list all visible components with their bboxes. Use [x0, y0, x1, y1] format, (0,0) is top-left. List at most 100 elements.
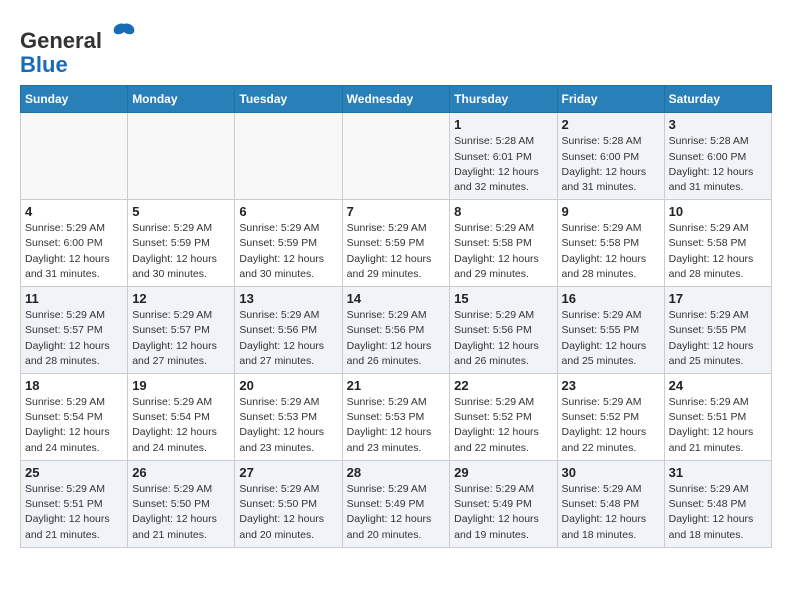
calendar-cell: 22 Sunrise: 5:29 AM Sunset: 5:52 PM Dayli…	[450, 374, 557, 461]
day-info: Sunrise: 5:29 AM Sunset: 5:59 PM Dayligh…	[347, 221, 446, 282]
day-number: 31	[669, 465, 767, 480]
calendar-cell: 21Sunrise: 5:29 AM Sunset: 5:53 PM Dayli…	[342, 374, 450, 461]
day-number: 23	[562, 378, 660, 393]
calendar-cell: 28 Sunrise: 5:29 AM Sunset: 5:49 PM Dayli…	[342, 460, 450, 547]
weekday-saturday: Saturday	[664, 86, 771, 113]
day-info: Sunrise: 5:29 AM Sunset: 5:51 PM Dayligh…	[25, 482, 123, 543]
calendar-cell: 11Sunrise: 5:29 AM Sunset: 5:57 PM Dayli…	[21, 287, 128, 374]
calendar-cell	[21, 113, 128, 200]
calendar-cell: 2Sunrise: 5:28 AM Sunset: 6:00 PM Daylig…	[557, 113, 664, 200]
calendar-cell: 14 Sunrise: 5:29 AM Sunset: 5:56 PM Dayli…	[342, 287, 450, 374]
calendar-week-2: 4 Sunrise: 5:29 AM Sunset: 6:00 PM Daylig…	[21, 200, 772, 287]
calendar-cell: 13Sunrise: 5:29 AM Sunset: 5:56 PM Dayli…	[235, 287, 342, 374]
day-info: Sunrise: 5:29 AM Sunset: 5:55 PM Dayligh…	[562, 308, 660, 369]
day-info: Sunrise: 5:29 AM Sunset: 5:53 PM Dayligh…	[347, 395, 446, 456]
day-number: 28	[347, 465, 446, 480]
day-number: 22	[454, 378, 552, 393]
calendar-week-4: 18Sunrise: 5:29 AM Sunset: 5:54 PM Dayli…	[21, 374, 772, 461]
calendar-table: SundayMondayTuesdayWednesdayThursdayFrid…	[20, 85, 772, 547]
calendar-cell: 15 Sunrise: 5:29 AM Sunset: 5:56 PM Dayli…	[450, 287, 557, 374]
day-info: Sunrise: 5:29 AM Sunset: 5:48 PM Dayligh…	[669, 482, 767, 543]
day-number: 30	[562, 465, 660, 480]
day-info: Sunrise: 5:29 AM Sunset: 5:50 PM Dayligh…	[132, 482, 230, 543]
calendar-cell: 19Sunrise: 5:29 AM Sunset: 5:54 PM Dayli…	[128, 374, 235, 461]
day-number: 27	[239, 465, 337, 480]
day-info: Sunrise: 5:29 AM Sunset: 6:00 PM Dayligh…	[25, 221, 123, 282]
day-number: 19	[132, 378, 230, 393]
day-number: 1	[454, 117, 552, 132]
calendar-cell: 24 Sunrise: 5:29 AM Sunset: 5:51 PM Dayli…	[664, 374, 771, 461]
day-number: 5	[132, 204, 230, 219]
day-info: Sunrise: 5:29 AM Sunset: 5:50 PM Dayligh…	[239, 482, 337, 543]
calendar-cell: 9Sunrise: 5:29 AM Sunset: 5:58 PM Daylig…	[557, 200, 664, 287]
calendar-cell: 26 Sunrise: 5:29 AM Sunset: 5:50 PM Dayli…	[128, 460, 235, 547]
calendar-cell: 20Sunrise: 5:29 AM Sunset: 5:53 PM Dayli…	[235, 374, 342, 461]
weekday-monday: Monday	[128, 86, 235, 113]
calendar-cell: 31 Sunrise: 5:29 AM Sunset: 5:48 PM Dayli…	[664, 460, 771, 547]
day-number: 12	[132, 291, 230, 306]
day-number: 25	[25, 465, 123, 480]
calendar-cell: 27 Sunrise: 5:29 AM Sunset: 5:50 PM Dayli…	[235, 460, 342, 547]
day-number: 29	[454, 465, 552, 480]
day-number: 26	[132, 465, 230, 480]
calendar-cell: 3Sunrise: 5:28 AM Sunset: 6:00 PM Daylig…	[664, 113, 771, 200]
day-info: Sunrise: 5:29 AM Sunset: 5:54 PM Dayligh…	[25, 395, 123, 456]
day-info: Sunrise: 5:29 AM Sunset: 5:52 PM Dayligh…	[454, 395, 552, 456]
logo-general: General	[20, 28, 102, 53]
page-header: General Blue	[20, 20, 772, 77]
calendar-week-1: 1 Sunrise: 5:28 AM Sunset: 6:01 PM Daylig…	[21, 113, 772, 200]
day-number: 8	[454, 204, 552, 219]
calendar-body: 1 Sunrise: 5:28 AM Sunset: 6:01 PM Daylig…	[21, 113, 772, 547]
day-info: Sunrise: 5:29 AM Sunset: 5:48 PM Dayligh…	[562, 482, 660, 543]
day-info: Sunrise: 5:29 AM Sunset: 5:51 PM Dayligh…	[669, 395, 767, 456]
calendar-week-5: 25 Sunrise: 5:29 AM Sunset: 5:51 PM Dayli…	[21, 460, 772, 547]
weekday-header-row: SundayMondayTuesdayWednesdayThursdayFrid…	[21, 86, 772, 113]
day-info: Sunrise: 5:29 AM Sunset: 5:57 PM Dayligh…	[132, 308, 230, 369]
calendar-cell	[342, 113, 450, 200]
day-number: 4	[25, 204, 123, 219]
day-info: Sunrise: 5:29 AM Sunset: 5:49 PM Dayligh…	[347, 482, 446, 543]
day-number: 24	[669, 378, 767, 393]
day-info: Sunrise: 5:29 AM Sunset: 5:59 PM Dayligh…	[239, 221, 337, 282]
calendar-cell: 30 Sunrise: 5:29 AM Sunset: 5:48 PM Dayli…	[557, 460, 664, 547]
calendar-cell	[235, 113, 342, 200]
calendar-cell: 4 Sunrise: 5:29 AM Sunset: 6:00 PM Daylig…	[21, 200, 128, 287]
day-info: Sunrise: 5:29 AM Sunset: 5:56 PM Dayligh…	[454, 308, 552, 369]
weekday-thursday: Thursday	[450, 86, 557, 113]
day-info: Sunrise: 5:29 AM Sunset: 5:49 PM Dayligh…	[454, 482, 552, 543]
logo: General Blue	[20, 20, 138, 77]
calendar-cell: 1 Sunrise: 5:28 AM Sunset: 6:01 PM Daylig…	[450, 113, 557, 200]
day-info: Sunrise: 5:29 AM Sunset: 5:55 PM Dayligh…	[669, 308, 767, 369]
weekday-sunday: Sunday	[21, 86, 128, 113]
calendar-cell: 6 Sunrise: 5:29 AM Sunset: 5:59 PM Daylig…	[235, 200, 342, 287]
logo-bird-icon	[110, 20, 138, 48]
calendar-cell: 16Sunrise: 5:29 AM Sunset: 5:55 PM Dayli…	[557, 287, 664, 374]
calendar-header: SundayMondayTuesdayWednesdayThursdayFrid…	[21, 86, 772, 113]
calendar-cell: 10 Sunrise: 5:29 AM Sunset: 5:58 PM Dayli…	[664, 200, 771, 287]
calendar-cell: 7 Sunrise: 5:29 AM Sunset: 5:59 PM Daylig…	[342, 200, 450, 287]
day-number: 15	[454, 291, 552, 306]
calendar-cell: 29 Sunrise: 5:29 AM Sunset: 5:49 PM Dayli…	[450, 460, 557, 547]
calendar-week-3: 11Sunrise: 5:29 AM Sunset: 5:57 PM Dayli…	[21, 287, 772, 374]
calendar-cell: 25 Sunrise: 5:29 AM Sunset: 5:51 PM Dayli…	[21, 460, 128, 547]
day-info: Sunrise: 5:29 AM Sunset: 5:58 PM Dayligh…	[562, 221, 660, 282]
day-info: Sunrise: 5:29 AM Sunset: 5:58 PM Dayligh…	[454, 221, 552, 282]
day-number: 20	[239, 378, 337, 393]
calendar-cell: 17 Sunrise: 5:29 AM Sunset: 5:55 PM Dayli…	[664, 287, 771, 374]
calendar-cell: 12 Sunrise: 5:29 AM Sunset: 5:57 PM Dayli…	[128, 287, 235, 374]
day-number: 17	[669, 291, 767, 306]
day-info: Sunrise: 5:28 AM Sunset: 6:01 PM Dayligh…	[454, 134, 552, 195]
day-number: 7	[347, 204, 446, 219]
day-info: Sunrise: 5:29 AM Sunset: 5:58 PM Dayligh…	[669, 221, 767, 282]
day-info: Sunrise: 5:29 AM Sunset: 5:52 PM Dayligh…	[562, 395, 660, 456]
calendar-cell: 8 Sunrise: 5:29 AM Sunset: 5:58 PM Daylig…	[450, 200, 557, 287]
day-info: Sunrise: 5:28 AM Sunset: 6:00 PM Dayligh…	[562, 134, 660, 195]
weekday-friday: Friday	[557, 86, 664, 113]
weekday-tuesday: Tuesday	[235, 86, 342, 113]
day-number: 10	[669, 204, 767, 219]
day-number: 14	[347, 291, 446, 306]
day-info: Sunrise: 5:29 AM Sunset: 5:56 PM Dayligh…	[347, 308, 446, 369]
calendar-cell	[128, 113, 235, 200]
day-number: 6	[239, 204, 337, 219]
calendar-cell: 23 Sunrise: 5:29 AM Sunset: 5:52 PM Dayli…	[557, 374, 664, 461]
